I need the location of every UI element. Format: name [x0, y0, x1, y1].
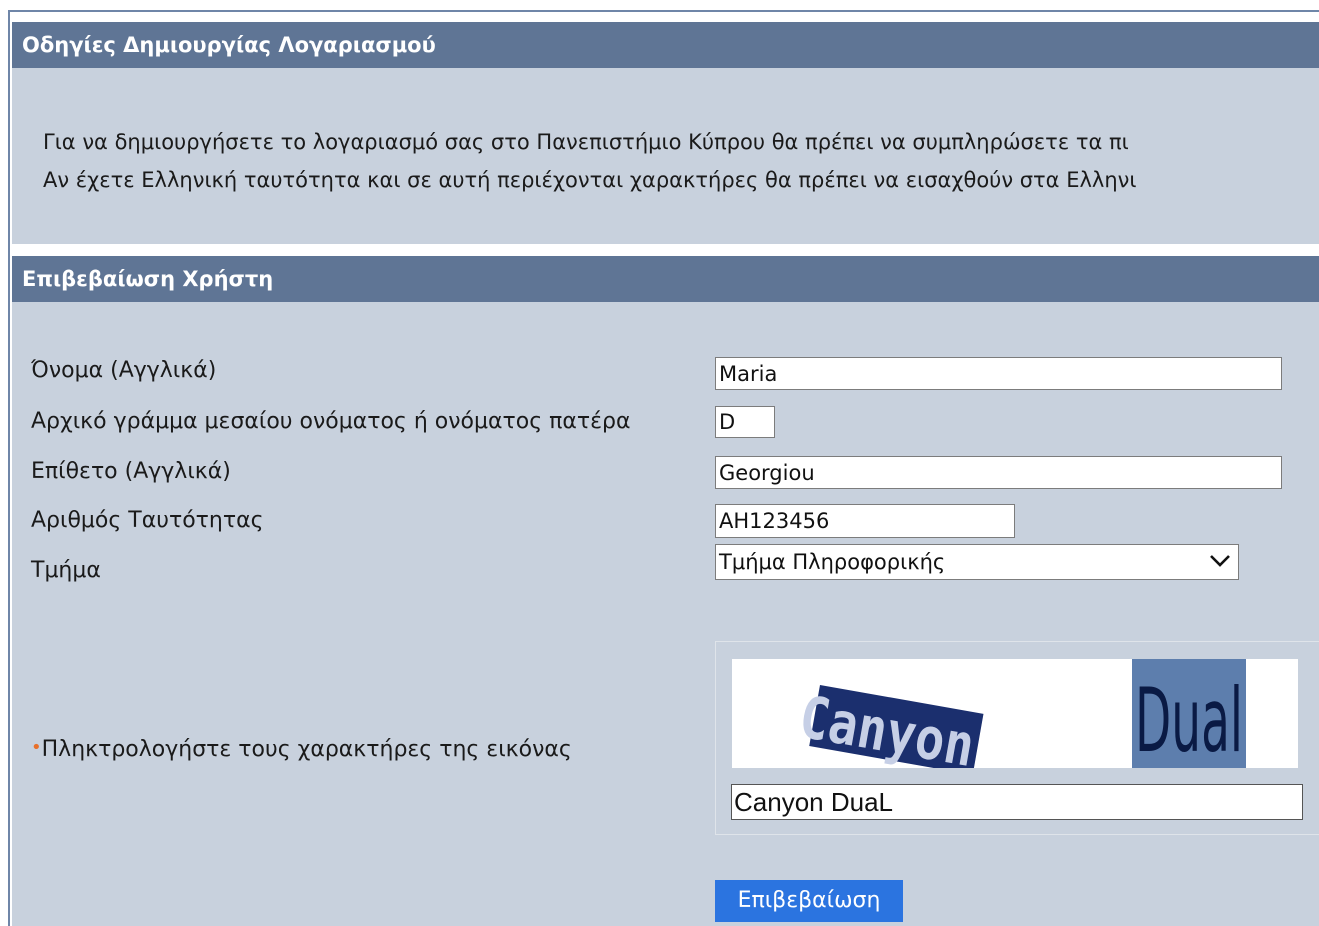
- id-number-input[interactable]: [715, 504, 1015, 538]
- department-select[interactable]: Τμήμα Πληροφορικής: [715, 544, 1239, 580]
- middle-initial-input[interactable]: [715, 406, 775, 438]
- captcha-word-2: Dual: [1135, 669, 1243, 768]
- instructions-header: Οδηγίες Δημιουργίας Λογαριασμού: [12, 22, 1319, 68]
- verification-header: Επιβεβαίωση Χρήστη: [12, 256, 1319, 302]
- instructions-line-2: Αν έχετε Ελληνική ταυτότητα και σε αυτή …: [43, 168, 1137, 192]
- first-name-input[interactable]: [715, 357, 1282, 390]
- required-bullet: •: [31, 737, 42, 758]
- captcha-image: Canyon Dual: [732, 659, 1298, 768]
- account-page: Οδηγίες Δημιουργίας Λογαριασμού Για να δ…: [8, 10, 1319, 926]
- captcha-container: Canyon Dual: [715, 641, 1319, 835]
- department-label: Τμήμα: [31, 558, 101, 583]
- instructions-panel: Για να δημιουργήσετε το λογαριασμό σας σ…: [12, 68, 1319, 244]
- verification-panel: Όνομα (Αγγλικά) Αρχικό γράμμα μεσαίου ον…: [12, 302, 1319, 926]
- captcha-label: •Πληκτρολογήστε τους χαρακτήρες της εικό…: [31, 737, 572, 762]
- chevron-down-icon: [1208, 549, 1232, 573]
- confirm-button[interactable]: Επιβεβαίωση: [715, 880, 903, 922]
- department-selected-value: Τμήμα Πληροφορικής: [719, 550, 946, 574]
- middle-initial-label: Αρχικό γράμμα μεσαίου ονόματος ή ονόματο…: [31, 409, 631, 434]
- id-number-label: Αριθμός Ταυτότητας: [31, 508, 264, 533]
- instructions-line-1: Για να δημιουργήσετε το λογαριασμό σας σ…: [43, 130, 1129, 154]
- captcha-input[interactable]: [731, 784, 1303, 820]
- surname-input[interactable]: [715, 456, 1282, 489]
- captcha-word-1: Canyon: [794, 683, 979, 768]
- surname-label: Επίθετο (Αγγλικά): [31, 459, 231, 484]
- captcha-label-text: Πληκτρολογήστε τους χαρακτήρες της εικόν…: [41, 737, 572, 762]
- first-name-label: Όνομα (Αγγλικά): [31, 358, 217, 383]
